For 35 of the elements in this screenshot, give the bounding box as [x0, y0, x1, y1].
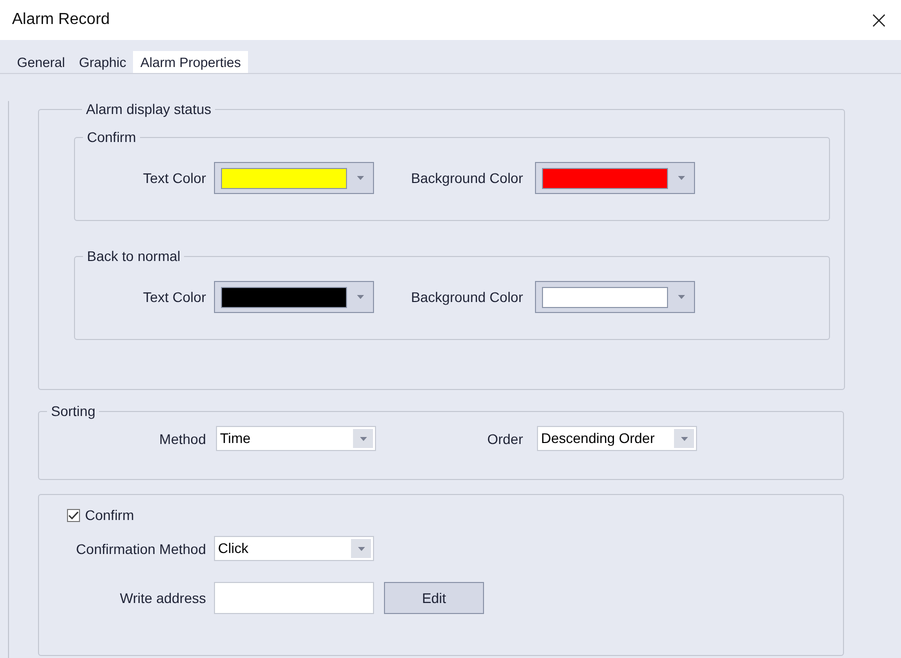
field-label: Background Color	[410, 170, 523, 186]
caret-icon	[680, 436, 688, 440]
group-title: Sorting	[50, 403, 96, 419]
field-label: Confirmation Method	[75, 540, 206, 556]
checkbox[interactable]	[67, 508, 80, 522]
group-title: Back to normal	[86, 248, 182, 264]
caret-icon	[678, 295, 685, 299]
close-button[interactable]: ×	[864, 8, 893, 32]
window-title: Alarm Record	[12, 11, 110, 29]
field-label: Text Color	[142, 289, 206, 305]
write-address-input[interactable]	[214, 582, 374, 614]
caret-icon	[357, 295, 364, 299]
field-label: Text Color	[142, 170, 206, 186]
tab[interactable]: General	[10, 51, 72, 73]
field-label: Order	[486, 430, 523, 446]
caret-icon	[678, 176, 685, 180]
tab[interactable]: Graphic	[72, 51, 134, 73]
color-picker[interactable]	[214, 162, 374, 194]
order-dropdown[interactable]: Descending Order	[537, 426, 697, 451]
color-picker[interactable]	[535, 281, 695, 313]
caret-icon	[360, 436, 366, 440]
color-picker[interactable]	[214, 281, 374, 313]
tab[interactable]: Alarm Properties	[133, 51, 248, 73]
caret-icon	[358, 546, 364, 550]
caret-icon	[357, 176, 364, 180]
field-label: Method	[158, 430, 206, 446]
edit-button[interactable]: Edit	[384, 582, 484, 614]
group-title: Confirm	[86, 129, 138, 145]
method-dropdown[interactable]: Time	[216, 426, 376, 451]
group-title: Alarm display status	[85, 101, 212, 117]
checkbox-label: Confirm	[85, 507, 134, 523]
field-label: Write address	[118, 590, 206, 606]
confirmation-method-dropdown[interactable]: Click	[214, 536, 374, 561]
color-picker[interactable]	[535, 162, 695, 194]
field-label: Background Color	[410, 289, 523, 305]
